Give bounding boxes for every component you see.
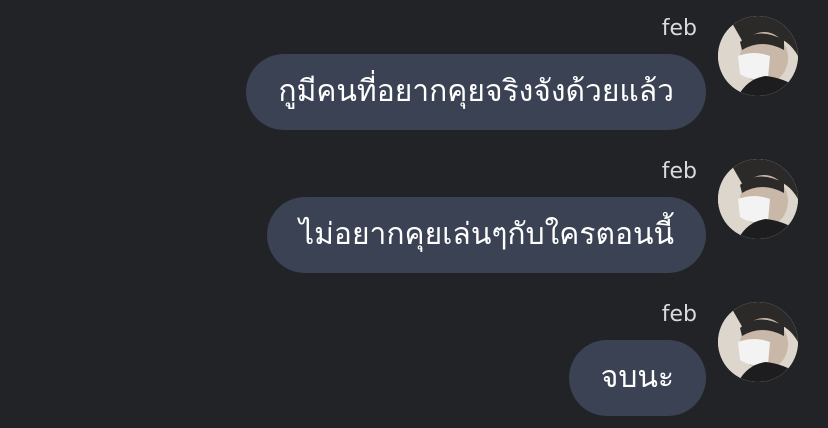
user-photo-icon [718, 302, 798, 382]
message-bubble[interactable]: กูมีคนที่อยากคุยจริงจังด้วยแล้ว [246, 54, 706, 130]
sender-name: feb [661, 16, 697, 41]
message-row: feb จบนะ [0, 302, 828, 428]
user-photo-icon [718, 16, 798, 96]
avatar[interactable] [718, 159, 798, 239]
sender-name: feb [661, 159, 697, 184]
avatar[interactable] [718, 16, 798, 96]
message-row: feb ไม่อยากคุยเล่นๆกับใครตอนนี้ [0, 159, 828, 289]
message-bubble[interactable]: ไม่อยากคุยเล่นๆกับใครตอนนี้ [267, 197, 706, 273]
chat-thread: feb กูมีคนที่อยากคุยจริงจังด้วยแล้ว feb … [0, 0, 828, 428]
message-bubble[interactable]: จบนะ [568, 340, 706, 416]
message-row: feb กูมีคนที่อยากคุยจริงจังด้วยแล้ว [0, 16, 828, 146]
avatar[interactable] [718, 302, 798, 382]
sender-name: feb [661, 302, 697, 327]
user-photo-icon [718, 159, 798, 239]
